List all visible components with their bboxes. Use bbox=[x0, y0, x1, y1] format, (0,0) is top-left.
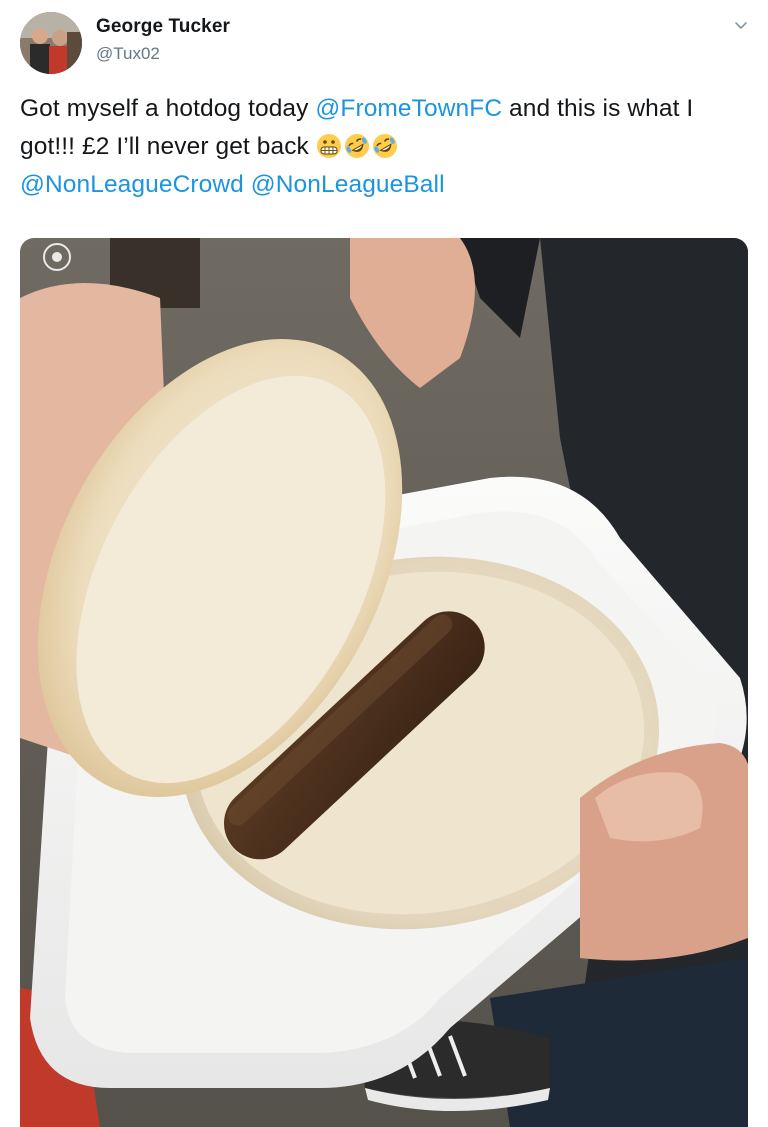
rolling-laughing-icon bbox=[344, 133, 370, 159]
author-name[interactable]: George Tucker bbox=[96, 16, 230, 38]
mention-nonleaguecrowd[interactable]: @NonLeagueCrowd bbox=[20, 171, 244, 198]
tweet-card: George Tucker @Tux02 Got myself a hotdog… bbox=[0, 0, 768, 1127]
tweet-text-part bbox=[244, 171, 251, 198]
avatar[interactable] bbox=[20, 12, 82, 74]
tweet-photo[interactable] bbox=[20, 238, 748, 1127]
mention-nonleagueball[interactable]: @NonLeagueBall bbox=[251, 171, 445, 198]
tweet-text: Got myself a hotdog today @FromeTownFC a… bbox=[20, 90, 755, 204]
grimacing-face-icon bbox=[316, 133, 342, 159]
tweet-text-part: Got myself a hotdog today bbox=[20, 95, 316, 122]
chevron-down-icon[interactable] bbox=[731, 16, 751, 36]
author-handle[interactable]: @Tux02 bbox=[96, 44, 160, 64]
mention-frometownfc[interactable]: @FromeTownFC bbox=[315, 95, 502, 122]
rolling-laughing-icon bbox=[372, 133, 398, 159]
